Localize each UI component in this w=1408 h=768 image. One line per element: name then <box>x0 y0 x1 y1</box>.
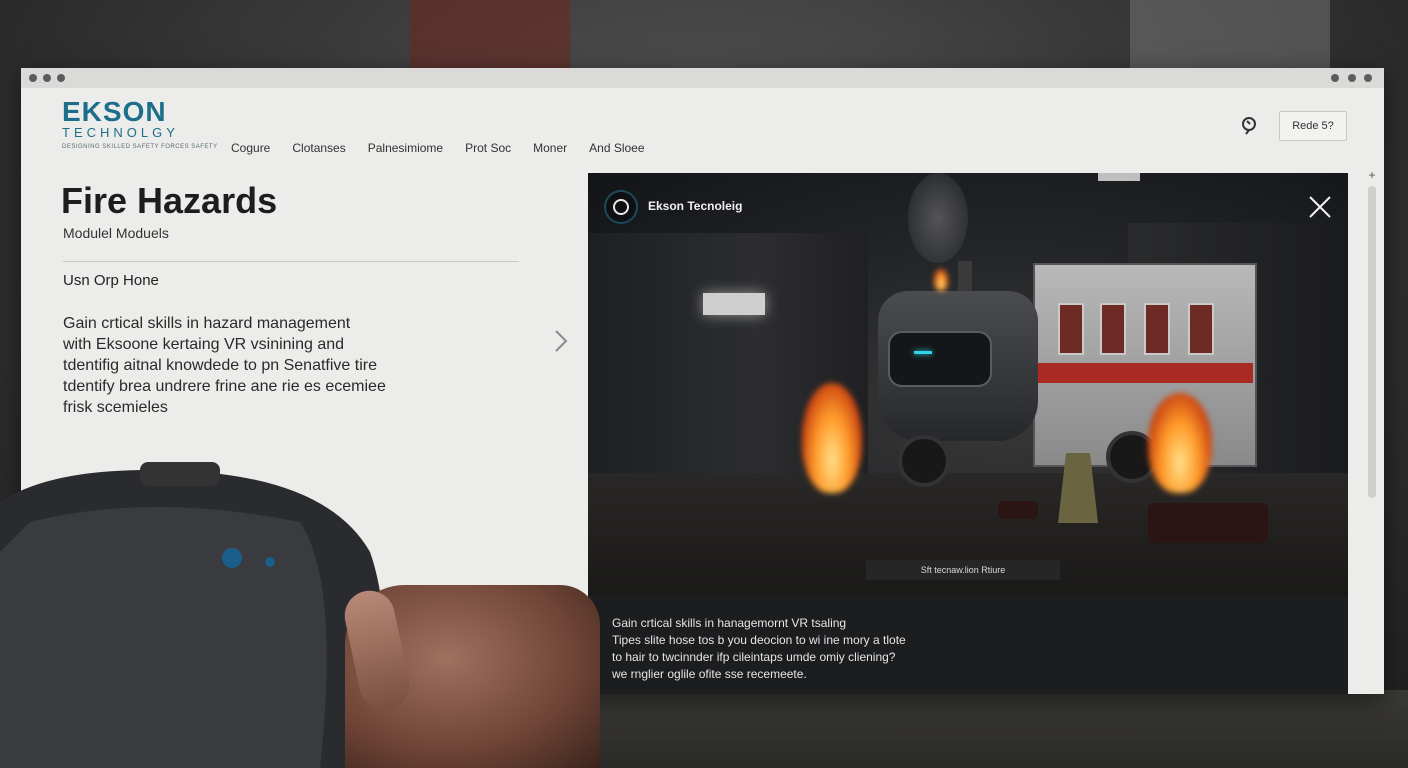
logo-sub: TECHNOLGY <box>62 125 179 140</box>
truck-window <box>1058 303 1084 355</box>
logo-tagline: DESIGNING SKILLED SAFETY FORCES SAFETY <box>62 144 218 150</box>
logo-main: EKSON <box>62 96 167 127</box>
flame <box>934 269 948 291</box>
description-line: tdentify brea undrere frine ane rie es e… <box>63 378 386 395</box>
window-dot[interactable] <box>43 74 51 82</box>
nav-item[interactable]: Moner <box>533 141 567 155</box>
ekson-logo[interactable]: EKSON TECHNOLGY DESIGNING SKILLED SAFETY… <box>62 96 218 151</box>
window-control-dot[interactable] <box>1348 74 1356 82</box>
truck-window <box>1100 303 1126 355</box>
panel-text: Gain crtical skills in hanagemornt VR ts… <box>612 615 906 683</box>
description: Gain crtical skills in hazard management… <box>63 313 443 418</box>
video-logo-icon <box>604 190 638 224</box>
window-dot[interactable] <box>29 74 37 82</box>
description-line: Gain crtical skills in hazard management <box>63 315 351 332</box>
robot-visor <box>888 331 992 387</box>
robot-chimney <box>958 261 972 291</box>
video-player[interactable]: Ekson Tecnoleig Sft tecnaw.lion Rtiure <box>588 173 1348 595</box>
location-pin-icon[interactable] <box>1239 115 1259 135</box>
chevron-right-icon[interactable] <box>551 328 571 354</box>
flame <box>1148 393 1212 493</box>
scrollbar[interactable]: + <box>1365 168 1379 498</box>
background-floor <box>600 690 1408 768</box>
background-red-wall <box>410 0 570 70</box>
modules-label: Modulel Moduels <box>63 225 169 241</box>
nav-item[interactable]: Prot Soc <box>465 141 511 155</box>
wheel <box>898 435 950 487</box>
header-button[interactable]: Rede 5? <box>1279 111 1347 141</box>
nav-item[interactable]: And Sloee <box>589 141 644 155</box>
scroll-track[interactable] <box>1368 186 1376 498</box>
video-caption: Sft tecnaw.lion Rtiure <box>866 560 1060 580</box>
vr-headset <box>0 462 386 768</box>
ceiling-light <box>1098 173 1140 181</box>
nav-item[interactable]: Clotanses <box>292 141 345 155</box>
page-title: Fire Hazards <box>61 180 278 221</box>
close-icon[interactable] <box>1308 195 1332 219</box>
debris <box>1148 503 1268 543</box>
subheading: Usn Orp Hone <box>63 272 159 289</box>
truck-window <box>1188 303 1214 355</box>
video-brand: Ekson Tecnoleig <box>648 199 743 213</box>
plus-icon[interactable]: + <box>1365 168 1379 182</box>
panel-line: we rnglier oglile ofite sse recemeete. <box>612 667 807 681</box>
panel-line: to hair to twcinnder ifp cileintaps umde… <box>612 650 896 664</box>
video-info-panel: Gain crtical skills in hanagemornt VR ts… <box>588 595 1348 694</box>
nav-item[interactable]: Palnesimiome <box>368 141 443 155</box>
nav-item[interactable]: Cogure <box>231 141 270 155</box>
panel-line: Gain crtical skills in hanagemornt VR ts… <box>612 616 847 630</box>
window-control-dot[interactable] <box>1331 74 1339 82</box>
main-nav: Cogure Clotanses Palnesimiome Prot Soc M… <box>231 141 667 155</box>
divider <box>63 261 519 262</box>
description-line: tdentifig aitnal knowdede to pn Senatfiv… <box>63 357 377 374</box>
background-light <box>1130 0 1330 70</box>
window-dot[interactable] <box>57 74 65 82</box>
debris <box>998 501 1038 519</box>
description-line: frisk scemieles <box>63 399 168 416</box>
truck-window <box>1144 303 1170 355</box>
panel-line: Tipes slite hose tos b you deocion to wi… <box>612 633 906 647</box>
title-bar <box>21 68 1384 88</box>
visor-led <box>914 351 932 354</box>
description-line: with Eksoone kertaing VR vsinining and <box>63 336 345 353</box>
window-control-dot[interactable] <box>1364 74 1372 82</box>
fire-truck-stripe <box>1033 363 1253 383</box>
wall-light <box>703 293 765 315</box>
smoke <box>908 173 968 263</box>
flame <box>802 383 862 493</box>
